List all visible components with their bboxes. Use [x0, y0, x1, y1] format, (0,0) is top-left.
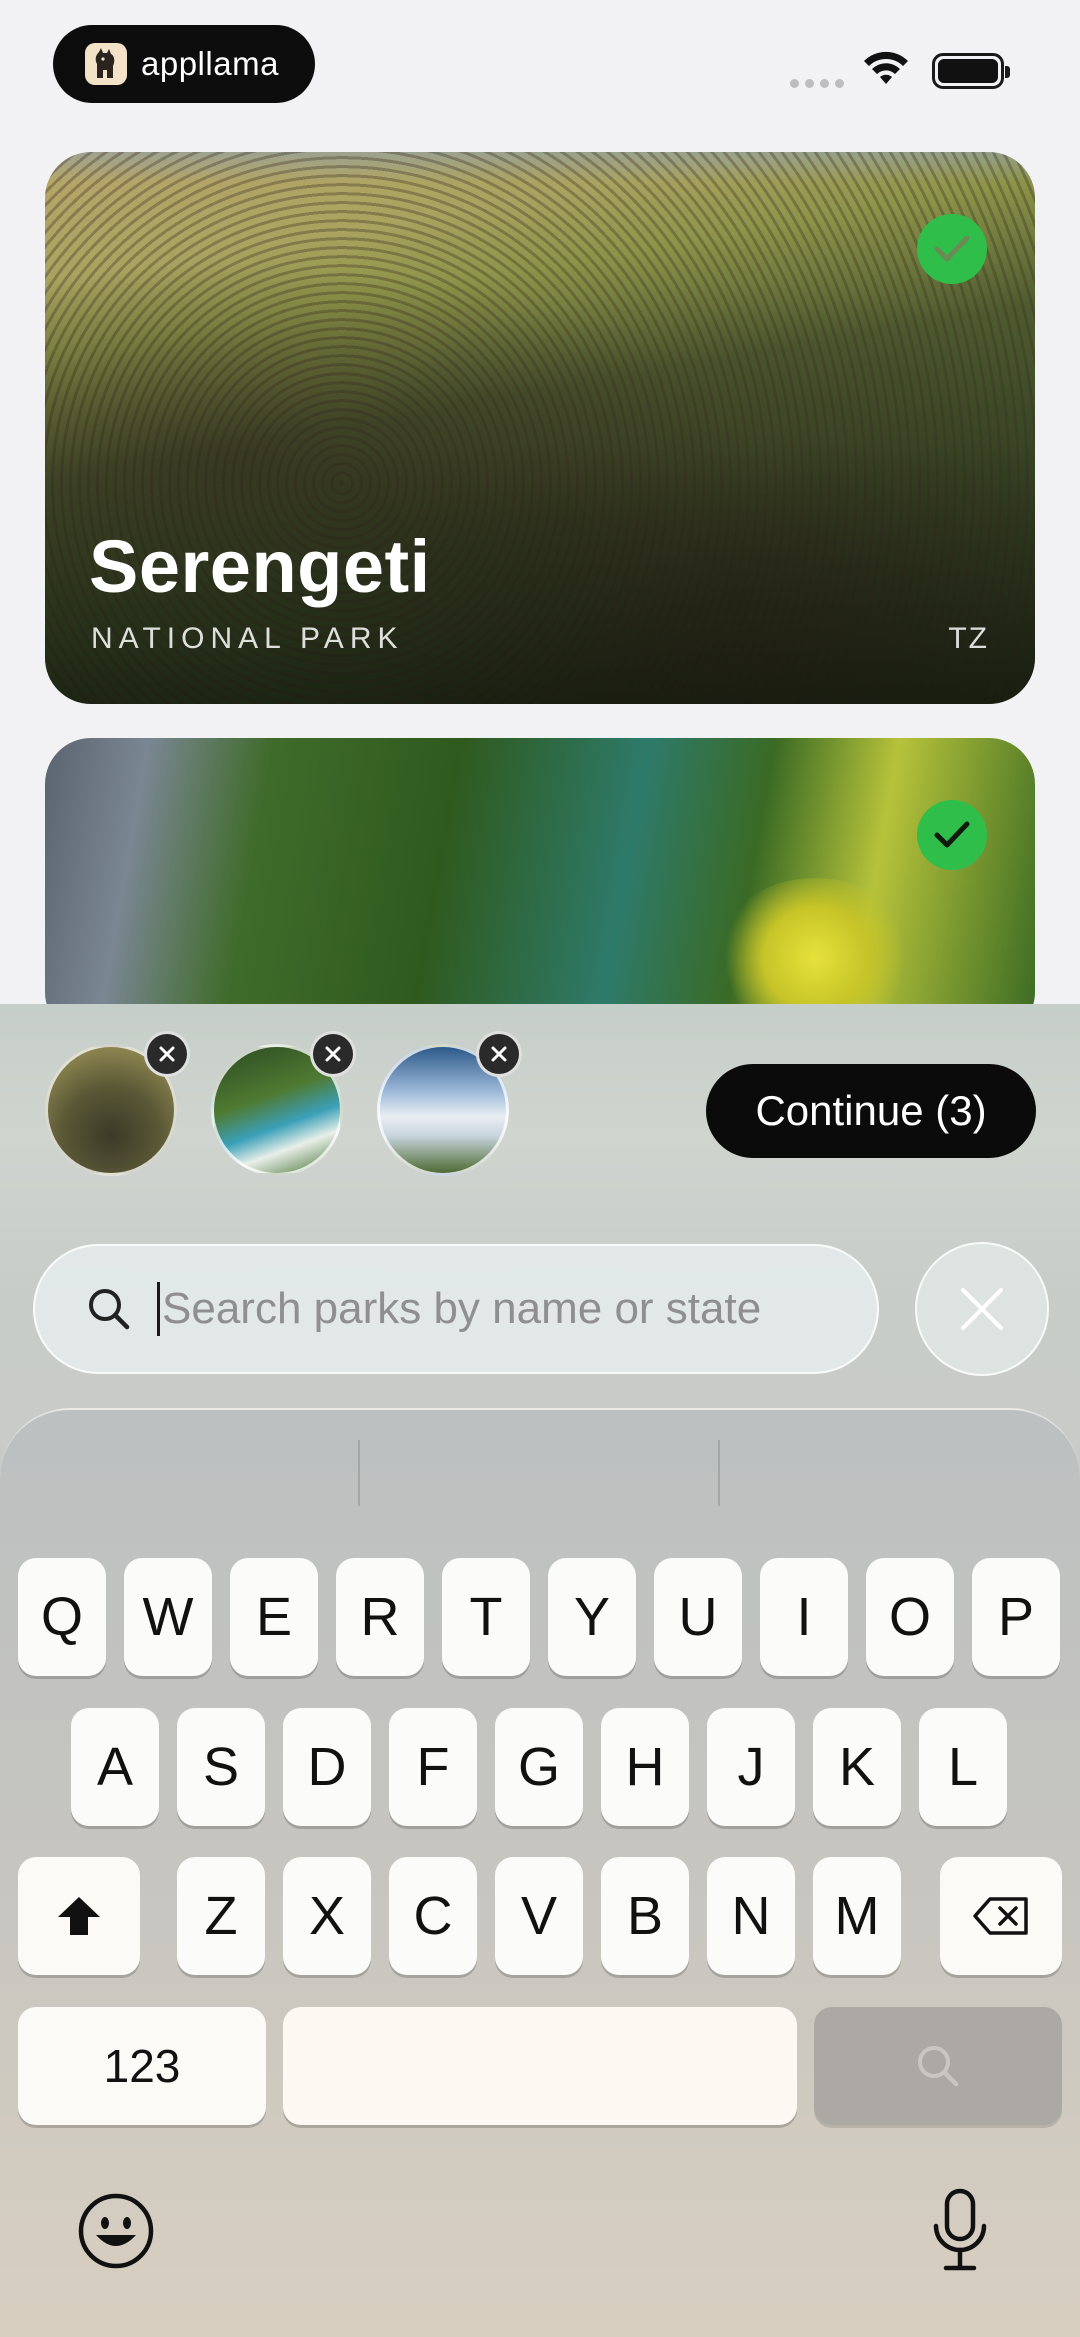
key-f[interactable]: F [389, 1708, 477, 1826]
key-m[interactable]: M [813, 1857, 901, 1975]
search-icon [918, 2046, 959, 2087]
key-w[interactable]: W [124, 1558, 212, 1676]
search-field[interactable] [33, 1244, 879, 1374]
selected-check-icon [917, 214, 987, 284]
key-o[interactable]: O [866, 1558, 954, 1676]
key-r[interactable]: R [336, 1558, 424, 1676]
brand-pill: appllama [53, 25, 315, 103]
numbers-key[interactable]: 123 [18, 2007, 266, 2125]
key-n[interactable]: N [707, 1857, 795, 1975]
park-card-2[interactable] [45, 738, 1035, 1038]
key-l[interactable]: L [919, 1708, 1007, 1826]
park-subtitle: NATIONAL PARK [91, 622, 404, 655]
key-b[interactable]: B [601, 1857, 689, 1975]
key-j[interactable]: J [707, 1708, 795, 1826]
key-a[interactable]: A [71, 1708, 159, 1826]
key-t[interactable]: T [442, 1558, 530, 1676]
close-search-button[interactable] [915, 1242, 1049, 1376]
search-key[interactable] [814, 2007, 1062, 2125]
backspace-icon [973, 1897, 1028, 1935]
key-g[interactable]: G [495, 1708, 583, 1826]
selected-check-icon [917, 800, 987, 870]
shift-arrow-icon [58, 1897, 100, 1935]
key-d[interactable]: D [283, 1708, 371, 1826]
wifi-icon [862, 50, 910, 91]
brand-name: appllama [141, 45, 279, 82]
text-caret [157, 1282, 160, 1336]
key-s[interactable]: S [177, 1708, 265, 1826]
key-e[interactable]: E [230, 1558, 318, 1676]
key-q[interactable]: Q [18, 1558, 106, 1676]
key-z[interactable]: Z [177, 1857, 265, 1975]
park-country-code: TZ [948, 622, 989, 655]
park-card-serengeti[interactable]: Serengeti NATIONAL PARK TZ [45, 152, 1035, 704]
keyboard: Q W E R T Y U I O P A S D F G H J K L Z … [0, 1408, 1080, 2337]
selected-parks-row: Continue (3) [0, 1004, 1080, 1176]
status-bar: appllama [0, 0, 1080, 140]
key-u[interactable]: U [654, 1558, 742, 1676]
park-title: Serengeti [89, 525, 431, 608]
emoji-icon[interactable] [76, 2191, 156, 2276]
microphone-icon[interactable] [930, 2188, 990, 2279]
remove-selection-button[interactable] [310, 1031, 356, 1077]
bottom-sheet: Continue (3) Q W E R T Y U I O P A S [0, 1004, 1080, 2337]
key-y[interactable]: Y [548, 1558, 636, 1676]
close-icon [491, 1046, 507, 1062]
search-input[interactable] [162, 1284, 842, 1334]
key-h[interactable]: H [601, 1708, 689, 1826]
close-icon [325, 1046, 341, 1062]
key-c[interactable]: C [389, 1857, 477, 1975]
remove-selection-button[interactable] [144, 1031, 190, 1077]
remove-selection-button[interactable] [476, 1031, 522, 1077]
predictive-text-bar [0, 1440, 1080, 1510]
key-k[interactable]: K [813, 1708, 901, 1826]
llama-logo-icon [85, 43, 127, 85]
close-icon [961, 1288, 1003, 1330]
key-p[interactable]: P [972, 1558, 1060, 1676]
search-icon [89, 1289, 130, 1330]
key-x[interactable]: X [283, 1857, 371, 1975]
shift-key[interactable] [18, 1857, 140, 1975]
continue-button[interactable]: Continue (3) [706, 1064, 1036, 1158]
key-i[interactable]: I [760, 1558, 848, 1676]
battery-icon [932, 53, 1010, 89]
close-icon [159, 1046, 175, 1062]
delete-key[interactable] [940, 1857, 1062, 1975]
space-key[interactable] [283, 2007, 797, 2125]
cellular-signal-icon [790, 79, 844, 88]
key-v[interactable]: V [495, 1857, 583, 1975]
